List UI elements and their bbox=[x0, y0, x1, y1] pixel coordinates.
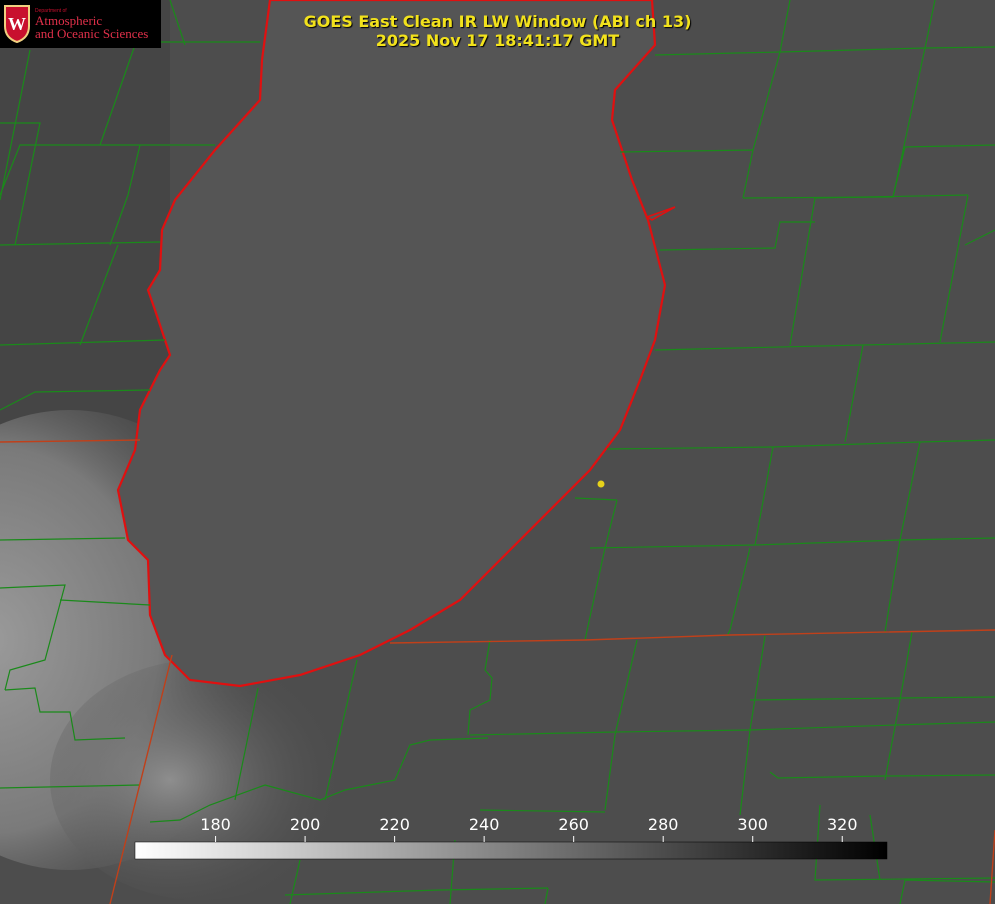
cloud-mass-south bbox=[50, 660, 350, 900]
colorbar-tick-label: 220 bbox=[379, 815, 410, 834]
colorbar-tick-label: 320 bbox=[826, 815, 858, 834]
colorbar-tick-label: 300 bbox=[737, 815, 768, 834]
colorbar-tick-label: 200 bbox=[289, 815, 321, 834]
colorbar-tick-label: 180 bbox=[200, 815, 231, 834]
satellite-map[interactable] bbox=[0, 0, 995, 904]
colorbar-tick-label: 280 bbox=[647, 815, 679, 834]
colorbar-tick-label: 240 bbox=[468, 815, 500, 834]
station-marker[interactable] bbox=[597, 480, 605, 488]
ir-region-west bbox=[0, 0, 170, 440]
timestamp-title: 2025 Nov 17 18:41:17 GMT bbox=[375, 31, 620, 50]
colorbar bbox=[134, 841, 888, 860]
product-title: GOES East Clean IR LW Window (ABI ch 13) bbox=[303, 12, 692, 31]
colorbar-tick-label: 260 bbox=[558, 815, 589, 834]
satellite-map-view[interactable]: W Department of Atmospheric and Oceanic … bbox=[0, 0, 995, 904]
